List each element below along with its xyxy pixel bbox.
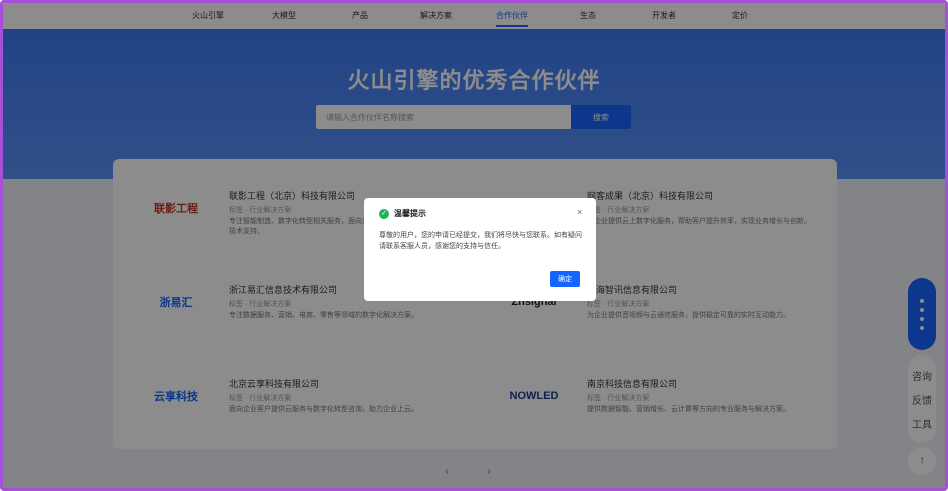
modal-title: 温馨提示 [394,209,426,218]
notice-modal: ✓ 温馨提示 × 尊敬的用户，您的申请已经提交，我们将尽快与您联系。如有疑问请联… [364,198,596,301]
page-frame: 火山引擎 大模型 产品 解决方案 合作伙伴 生态 开发者 定价 火山引擎的优秀合… [0,0,948,491]
success-check-icon: ✓ [379,209,389,219]
close-icon[interactable]: × [577,207,582,217]
modal-body: 尊敬的用户，您的申请已经提交，我们将尽快与您联系。如有疑问请联系客服人员，感谢您… [379,232,582,250]
confirm-button[interactable]: 确定 [550,271,580,287]
